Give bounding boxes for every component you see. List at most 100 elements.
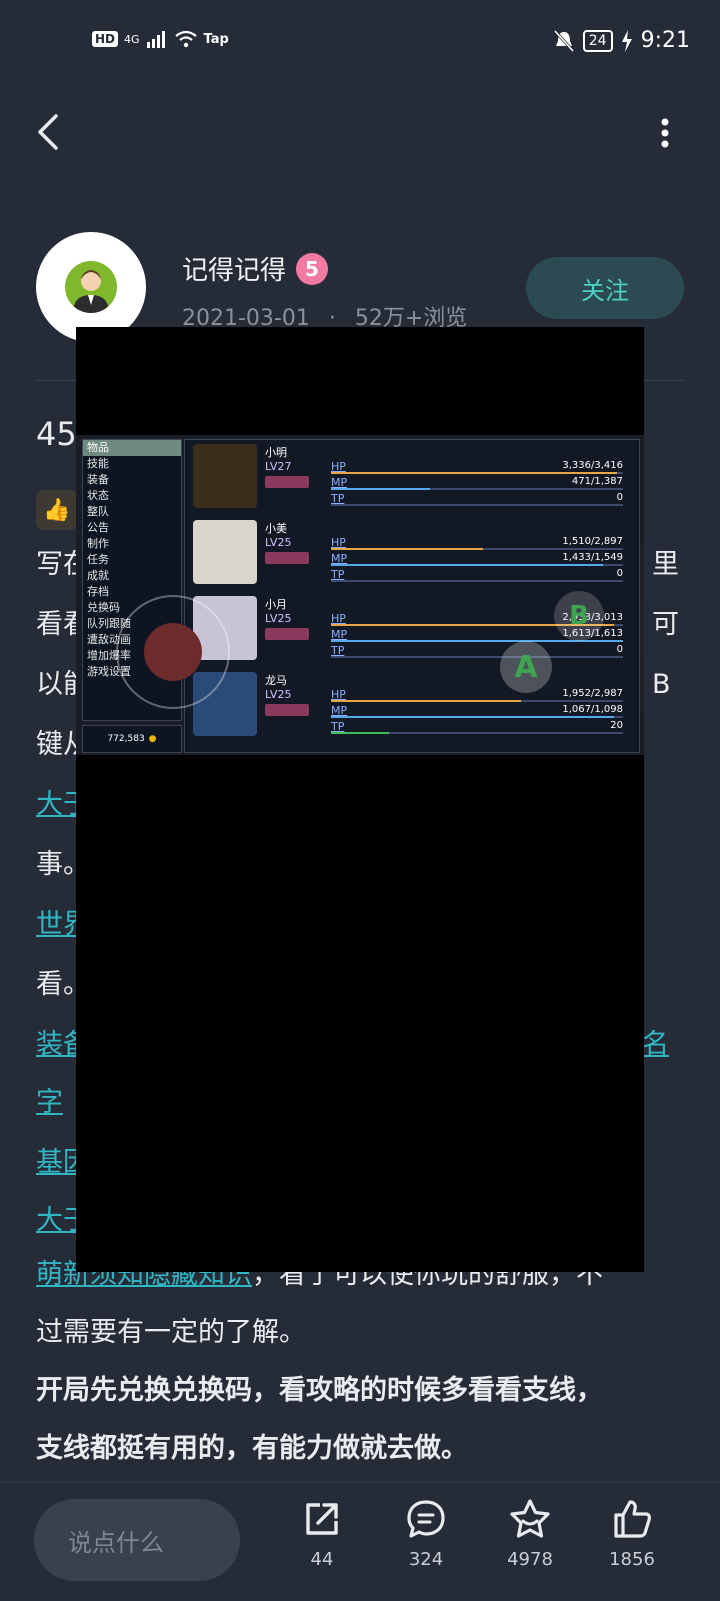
game-button-a[interactable]: A (500, 641, 552, 693)
character-level: LV25 (265, 536, 292, 549)
party-member[interactable]: 龙马 LV25 HP 1,952/2,987 MP 1,067/1,098 TP 20 (185, 668, 639, 744)
mp-bar-fill (331, 488, 431, 490)
game-menu-item[interactable]: 技能 (83, 456, 181, 472)
tp-value: 0 (616, 644, 623, 655)
clock: 9:21 (640, 28, 690, 53)
hp-stat: HP 1,952/2,987 (331, 688, 631, 702)
more-icon[interactable] (660, 118, 670, 148)
tp-stat: TP 0 (331, 568, 631, 582)
article-link-end[interactable]: 名 (642, 1025, 669, 1065)
like-icon (614, 1500, 651, 1538)
hp-value: 1,510/2,897 (562, 536, 623, 547)
game-menu-item[interactable]: 任务 (83, 552, 181, 568)
signal-icon (146, 31, 165, 48)
share-button[interactable]: 44 (282, 1497, 362, 1587)
game-button-b[interactable]: B (554, 591, 604, 641)
share-count: 44 (310, 1549, 334, 1570)
game-menu-item[interactable]: 公告 (83, 520, 181, 536)
author-name[interactable]: 记得记得 (182, 250, 286, 287)
gold-counter: 772,583 ● (82, 725, 182, 753)
game-menu-item[interactable]: 装备 (83, 472, 181, 488)
tp-value: 0 (616, 568, 623, 579)
article-line-end: B (652, 669, 671, 700)
status-bar: HD 4G Tap 24 9:21 (0, 0, 720, 90)
character-name: 小美 (265, 522, 287, 535)
mp-bar (331, 488, 623, 490)
hp-stat: HP 3,336/3,416 (331, 460, 631, 474)
level-badge: 5 (296, 252, 329, 285)
game-menu-item[interactable]: 物品 (83, 440, 181, 456)
character-portrait (193, 520, 257, 584)
hp-bar-fill (331, 472, 618, 474)
virtual-joystick[interactable] (116, 595, 230, 709)
favorite-count: 4978 (507, 1549, 553, 1570)
article-line: 支线都挺有用的，有能力做就去做。 (36, 1433, 468, 1464)
hp-bar (331, 472, 623, 474)
article-line: 开局先兑换兑换码，看攻略的时候多看看支线， (36, 1375, 603, 1406)
game-menu-item[interactable]: 制作 (83, 536, 181, 552)
article-line: 过需要有一定的了解。 (36, 1317, 306, 1348)
hp-bar-fill (331, 548, 483, 550)
coin-icon: ● (148, 734, 157, 744)
mute-icon (553, 29, 574, 52)
comment-button[interactable]: 324 (386, 1497, 466, 1587)
article-line-end: 里 (652, 549, 679, 580)
mp-bar-fill (331, 564, 603, 566)
author-row: 记得记得 5 (182, 250, 329, 287)
character-level: LV25 (265, 688, 292, 701)
follow-button[interactable]: 关注 (526, 257, 684, 319)
game-menu-item[interactable]: 状态 (83, 488, 181, 504)
network-indicator: 4G (124, 32, 140, 46)
back-icon[interactable] (30, 112, 70, 152)
mp-stat: MP 1,433/1,549 (331, 552, 631, 566)
battery-level: 24 (582, 29, 613, 52)
game-screenshot: 物品 技能 装备 状态 整队 公告 制作 任务 成就 存档 兑换码 队列跟随 遭敌动画 增加爆率 游戏设置 … (76, 435, 644, 755)
tp-stat: TP 0 (331, 492, 631, 506)
favorite-button[interactable]: 4978 (490, 1497, 570, 1587)
hp-value: 3,336/3,416 (562, 460, 623, 471)
avatar[interactable] (36, 232, 146, 342)
top-nav (0, 100, 720, 170)
party-member[interactable]: 小明 LV27 HP 3,336/3,416 MP 471/1,387 TP 0 (185, 440, 639, 516)
character-name: 龙马 (265, 674, 287, 687)
party-member[interactable]: 小美 LV25 HP 1,510/2,897 MP 1,433/1,549 TP 0 (185, 516, 639, 592)
bottom-bar: 说点什么 44 324 4978 1856 (0, 1482, 720, 1601)
hp-stat: HP 1,510/2,897 (331, 536, 631, 550)
status-badge (265, 704, 309, 716)
article-title: 45 (36, 415, 77, 453)
tp-value: 0 (616, 492, 623, 503)
character-name: 小月 (265, 598, 287, 611)
comment-icon (407, 1500, 445, 1538)
status-badge (265, 628, 309, 640)
charging-icon (621, 29, 632, 52)
article-line-end: 可 (652, 609, 679, 640)
comment-input[interactable]: 说点什么 (34, 1499, 240, 1581)
mp-stat: MP 471/1,387 (331, 476, 631, 490)
like-button[interactable]: 1856 (592, 1497, 672, 1587)
avatar-face-icon (65, 261, 117, 313)
tp-stat: TP 20 (331, 720, 631, 734)
hd-indicator: HD (92, 31, 119, 47)
joystick-knob[interactable] (144, 623, 202, 681)
like-count: 1856 (609, 1549, 655, 1570)
character-name: 小明 (265, 446, 287, 459)
mp-value: 1,067/1,098 (562, 704, 623, 715)
mp-stat: MP 1,067/1,098 (331, 704, 631, 718)
article-link[interactable]: 字 (36, 1083, 63, 1123)
game-menu-item[interactable]: 整队 (83, 504, 181, 520)
hp-bar-fill (331, 700, 521, 702)
hp-bar (331, 700, 623, 702)
character-level: LV25 (265, 612, 292, 625)
tp-bar (331, 656, 623, 658)
tp-bar (331, 732, 623, 734)
image-overlay[interactable]: 物品 技能 装备 状态 整队 公告 制作 任务 成就 存档 兑换码 队列跟随 遭敌动画 增加爆率 游戏设置 … (76, 327, 644, 1272)
mp-bar-fill (331, 716, 615, 718)
hp-bar (331, 548, 623, 550)
comment-count: 324 (408, 1549, 444, 1570)
character-portrait (193, 444, 257, 508)
tp-bar-fill (331, 732, 390, 734)
game-menu-item[interactable]: 成就 (83, 568, 181, 584)
mp-value: 471/1,387 (571, 476, 623, 487)
tp-value: 20 (610, 720, 623, 731)
wifi-icon (174, 30, 197, 48)
